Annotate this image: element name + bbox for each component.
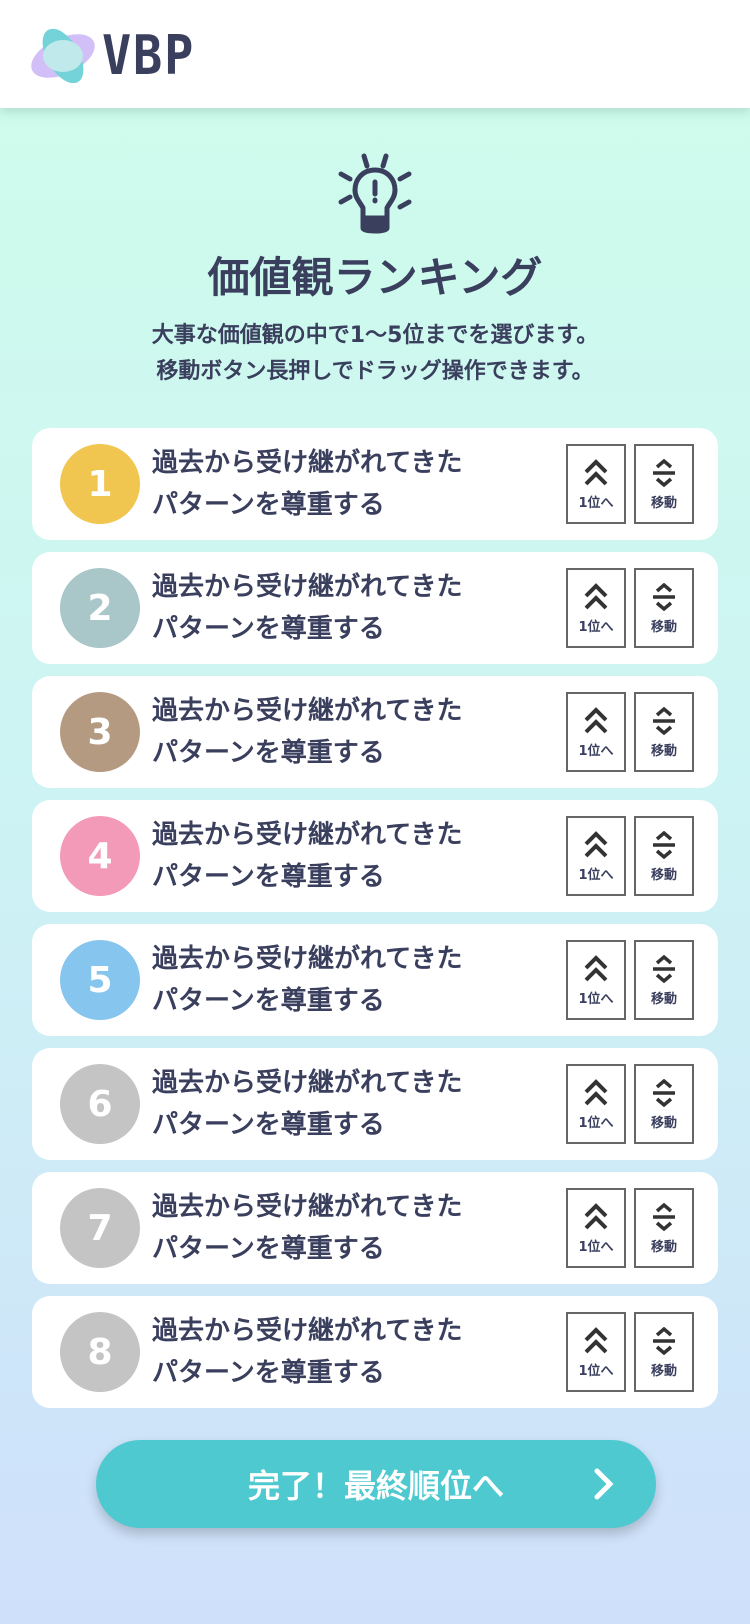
ranking-item: 2 過去から受け継がれてきた パターンを尊重する 1位へ 移動 xyxy=(32,552,718,664)
rank-badge: 8 xyxy=(60,1312,140,1392)
lightbulb-icon xyxy=(338,153,412,234)
value-text: 過去から受け継がれてきた パターンを尊重する xyxy=(152,1316,463,1388)
move-to-top-button[interactable]: 1位へ xyxy=(566,816,626,896)
value-text: 過去から受け継がれてきた パターンを尊重する xyxy=(152,820,463,892)
move-to-top-button[interactable]: 1位へ xyxy=(566,1064,626,1144)
done-button[interactable]: 完了！最終順位へ xyxy=(96,1440,656,1528)
rank-badge: 5 xyxy=(60,940,140,1020)
drag-handle-icon xyxy=(653,954,675,983)
drag-handle-icon xyxy=(653,1326,675,1355)
move-to-top-button[interactable]: 1位へ xyxy=(566,1188,626,1268)
logo[interactable]: VBP xyxy=(30,24,206,87)
ranking-item: 3 過去から受け継がれてきた パターンを尊重する 1位へ 移動 xyxy=(32,676,718,788)
page-title: 価値観ランキング xyxy=(207,253,543,302)
chevron-right-icon xyxy=(594,1468,614,1500)
drag-move-button[interactable]: 移動 xyxy=(634,1064,694,1144)
value-text: 過去から受け継がれてきた パターンを尊重する xyxy=(152,1068,463,1140)
ranking-item: 1 過去から受け継がれてきた パターンを尊重する 1位へ 移動 xyxy=(32,428,718,540)
value-text: 過去から受け継がれてきた パターンを尊重する xyxy=(152,696,463,768)
double-chevron-up-icon xyxy=(584,830,608,857)
drag-move-button[interactable]: 移動 xyxy=(634,816,694,896)
drag-move-button[interactable]: 移動 xyxy=(634,1312,694,1392)
double-chevron-up-icon xyxy=(584,954,608,981)
drag-handle-icon xyxy=(653,830,675,859)
rank-badge: 4 xyxy=(60,816,140,896)
ranking-item: 8 過去から受け継がれてきた パターンを尊重する 1位へ 移動 xyxy=(32,1296,718,1408)
ranking-item: 5 過去から受け継がれてきた パターンを尊重する 1位へ 移動 xyxy=(32,924,718,1036)
logo-text: VBP xyxy=(102,24,196,87)
drag-move-button[interactable]: 移動 xyxy=(634,568,694,648)
move-to-top-button[interactable]: 1位へ xyxy=(566,692,626,772)
double-chevron-up-icon xyxy=(584,1202,608,1229)
drag-handle-icon xyxy=(653,458,675,487)
value-text: 過去から受け継がれてきた パターンを尊重する xyxy=(152,448,463,520)
ranking-item: 6 過去から受け継がれてきた パターンを尊重する 1位へ 移動 xyxy=(32,1048,718,1160)
rank-badge: 3 xyxy=(60,692,140,772)
drag-move-button[interactable]: 移動 xyxy=(634,940,694,1020)
rank-badge: 2 xyxy=(60,568,140,648)
move-to-top-button[interactable]: 1位へ xyxy=(566,1312,626,1392)
drag-handle-icon xyxy=(653,582,675,611)
rank-badge: 6 xyxy=(60,1064,140,1144)
drag-handle-icon xyxy=(653,1078,675,1107)
move-to-top-button[interactable]: 1位へ xyxy=(566,568,626,648)
header: VBP xyxy=(0,0,750,108)
double-chevron-up-icon xyxy=(584,706,608,733)
drag-handle-icon xyxy=(653,1202,675,1231)
value-text: 過去から受け継がれてきた パターンを尊重する xyxy=(152,572,463,644)
value-text: 過去から受け継がれてきた パターンを尊重する xyxy=(152,944,463,1016)
logo-mark-icon xyxy=(31,28,95,83)
ranking-item: 7 過去から受け継がれてきた パターンを尊重する 1位へ 移動 xyxy=(32,1172,718,1284)
drag-move-button[interactable]: 移動 xyxy=(634,1188,694,1268)
rank-badge: 7 xyxy=(60,1188,140,1268)
double-chevron-up-icon xyxy=(584,582,608,609)
double-chevron-up-icon xyxy=(584,1078,608,1105)
page-description: 大事な価値観の中で1〜5位までを選びます。 移動ボタン長押しでドラッグ操作できま… xyxy=(151,323,599,384)
value-text: 過去から受け継がれてきた パターンを尊重する xyxy=(152,1192,463,1264)
drag-move-button[interactable]: 移動 xyxy=(634,692,694,772)
drag-move-button[interactable]: 移動 xyxy=(634,444,694,524)
ranking-item: 4 過去から受け継がれてきた パターンを尊重する 1位へ 移動 xyxy=(32,800,718,912)
rank-badge: 1 xyxy=(60,444,140,524)
double-chevron-up-icon xyxy=(584,1326,608,1353)
move-to-top-button[interactable]: 1位へ xyxy=(566,940,626,1020)
move-to-top-button[interactable]: 1位へ xyxy=(566,444,626,524)
double-chevron-up-icon xyxy=(584,458,608,485)
drag-handle-icon xyxy=(653,706,675,735)
